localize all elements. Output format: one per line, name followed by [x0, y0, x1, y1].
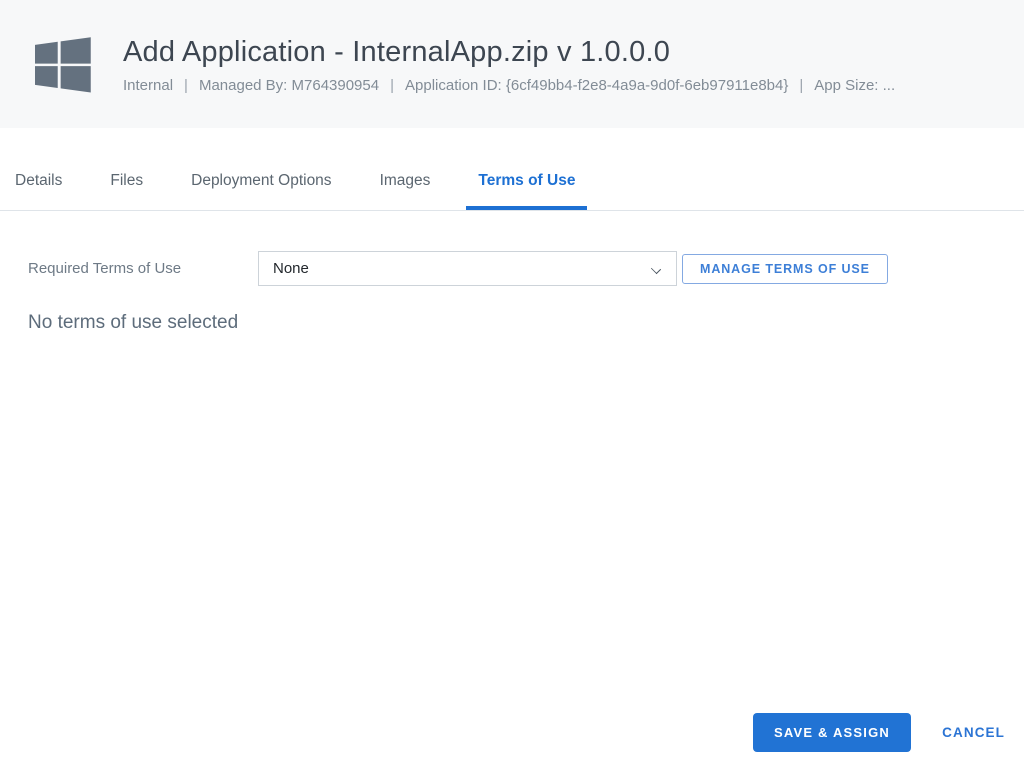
tab-files[interactable]: Files [98, 172, 155, 210]
required-terms-row: Required Terms of Use None MANAGE TERMS … [28, 251, 1024, 286]
tab-details[interactable]: Details [3, 172, 74, 210]
header-text-block: Add Application - InternalApp.zip v 1.0.… [123, 34, 895, 94]
app-managed-by: Managed By: M764390954 [198, 77, 380, 95]
required-terms-label: Required Terms of Use [28, 260, 182, 277]
terms-of-use-panel: Required Terms of Use None MANAGE TERMS … [0, 211, 1024, 334]
tab-deployment-options[interactable]: Deployment Options [179, 172, 343, 210]
terms-select[interactable]: None [258, 251, 677, 286]
terms-select-value: None [273, 260, 309, 277]
cancel-button[interactable]: CANCEL [942, 725, 1005, 740]
app-meta-line: Internal | Managed By: M764390954 | Applicat… [123, 77, 895, 94]
meta-separator: | [184, 77, 188, 95]
app-id: Application ID: {6cf49bb4-f2e8-4a9a-9d0f… [405, 77, 789, 95]
app-size: App Size: ... [814, 77, 896, 95]
meta-separator: | [799, 77, 804, 95]
tab-images[interactable]: Images [368, 172, 443, 210]
dialog-header: Add Application - InternalApp.zip v 1.0.… [0, 0, 1024, 128]
app-type: Internal [123, 77, 174, 95]
meta-separator: | [390, 77, 394, 95]
tab-bar: Details Files Deployment Options Images … [0, 128, 1024, 211]
windows-logo-icon [35, 37, 91, 93]
chevron-down-icon [652, 265, 660, 273]
tab-terms-of-use[interactable]: Terms of Use [466, 172, 588, 210]
manage-terms-button[interactable]: MANAGE TERMS OF USE [682, 253, 888, 284]
page-title: Add Application - InternalApp.zip v 1.0.… [123, 35, 671, 68]
empty-state-text: No terms of use selected [28, 312, 239, 333]
save-and-assign-button[interactable]: SAVE & ASSIGN [752, 713, 911, 752]
